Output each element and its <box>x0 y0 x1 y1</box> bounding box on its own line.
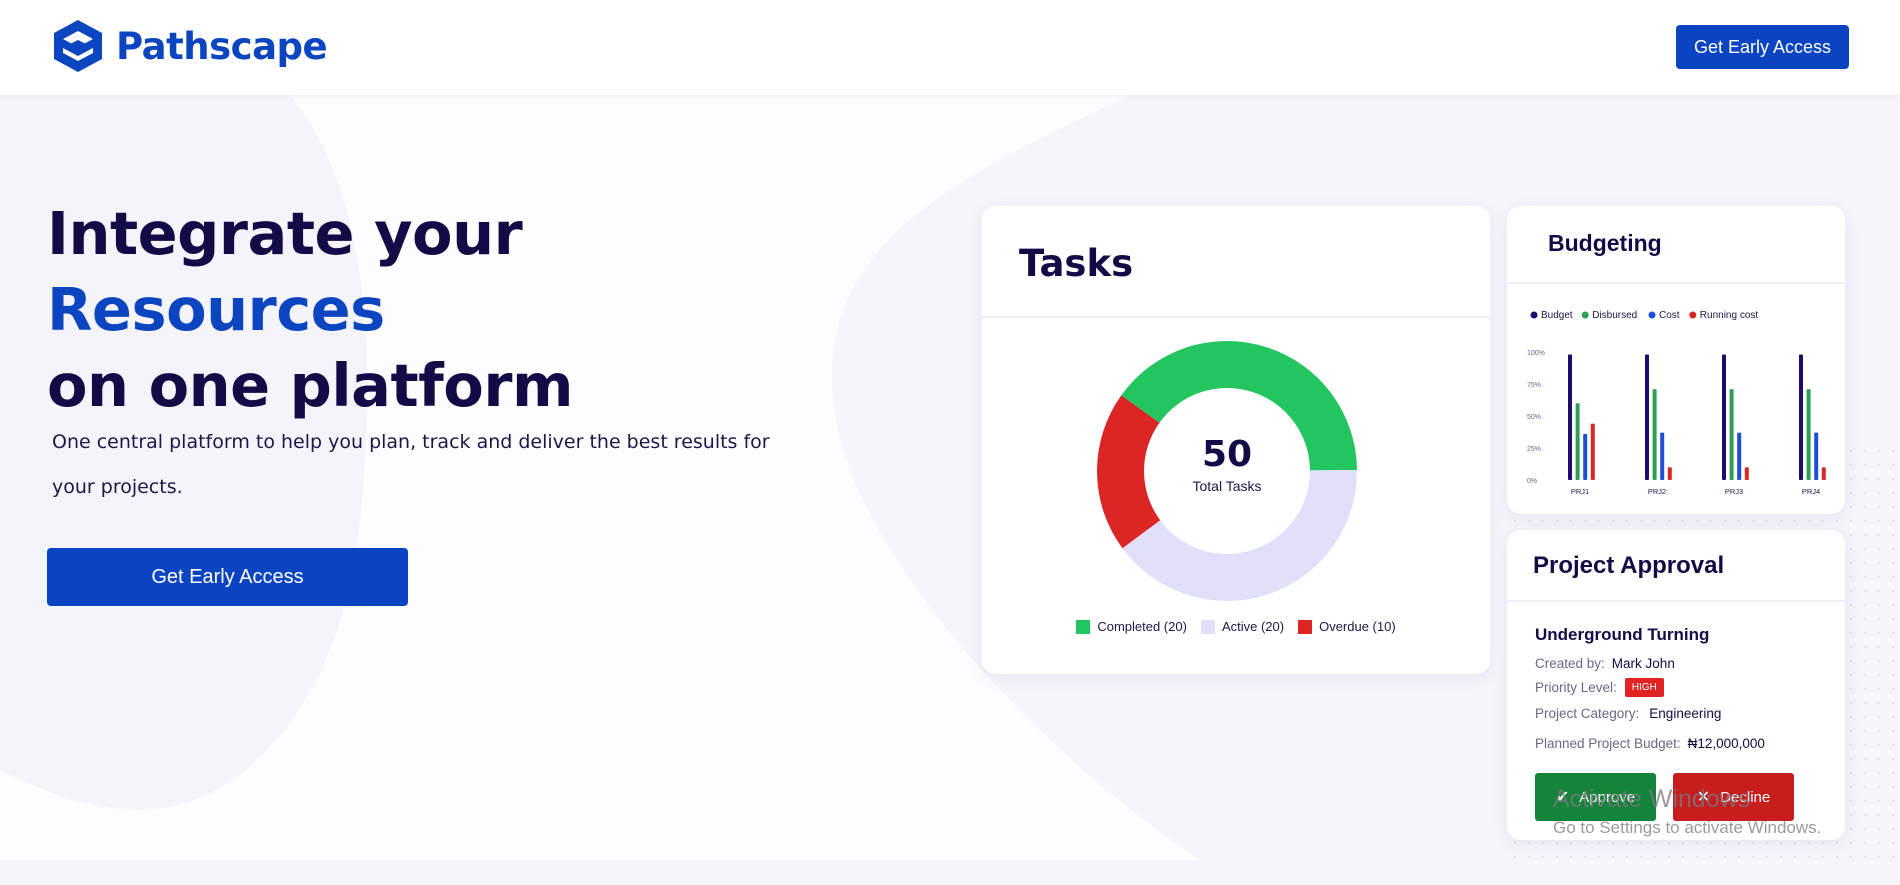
decline-label: Decline <box>1720 788 1771 806</box>
bar-y-tick: 100% <box>1527 350 1545 357</box>
priority-label: Priority Level: <box>1535 680 1617 695</box>
budgeting-bar-chart: Budget Disbursed Cost Running cost 0% 25% 50% 7… <box>1527 310 1826 496</box>
budget-value: ₦12,000,000 <box>1687 736 1765 751</box>
bar-prj3-cost <box>1737 432 1742 480</box>
bar-legend-label: Budget <box>1541 310 1573 321</box>
bar-prj1-disbursed <box>1575 403 1580 480</box>
bar-legend-dot <box>1530 311 1538 319</box>
priority-row: Priority Level: HIGH <box>1535 678 1664 697</box>
budgeting-card: Budgeting Budget Disbursed Cost Running cos… <box>1507 206 1845 514</box>
hero-title-line3: on one platform <box>47 351 573 420</box>
bar-prj4-disbursed <box>1806 389 1811 480</box>
approval-card-header: Project Approval <box>1507 530 1845 602</box>
bar-legend-item: Running cost <box>1689 310 1758 321</box>
bar-x-tick: PRJ1 <box>1571 487 1589 496</box>
created-by-row: Created by: Mark John <box>1535 656 1675 671</box>
legend-label-active: Active (20) <box>1221 619 1285 634</box>
bar-legend-dot <box>1648 311 1656 319</box>
decline-button[interactable]: ✕ Decline <box>1673 773 1794 821</box>
hero-title-line1: Integrate your <box>47 199 523 268</box>
bar-y-tick: 0% <box>1527 478 1537 485</box>
legend-overdue: Overdue (10) <box>1298 619 1396 634</box>
bar-legend-dot <box>1581 311 1589 319</box>
donut-center-value: 50 <box>1202 434 1252 475</box>
legend-label-completed: Completed (20) <box>1097 619 1187 634</box>
tasks-title: Tasks <box>1019 242 1134 285</box>
bar-prj1-cost <box>1583 433 1588 480</box>
bar-prj3-running-cost <box>1744 467 1749 480</box>
bar-prj2-cost <box>1660 432 1665 480</box>
hero-subtitle: One central platform to help you plan, t… <box>52 431 770 498</box>
top-navbar: Pathscape Get Early Access <box>0 0 1900 95</box>
check-icon: ✔ <box>1555 789 1570 806</box>
bar-legend-item: Disbursed <box>1581 310 1637 321</box>
approve-button[interactable]: ✔ Approve <box>1535 773 1656 821</box>
bar-legend-dot <box>1689 311 1697 319</box>
legend-completed: Completed (20) <box>1076 619 1187 634</box>
close-icon: ✕ <box>1696 789 1711 806</box>
tasks-donut-chart: 50 Total Tasks <box>1097 341 1357 601</box>
bar-prj4-budget <box>1799 354 1803 480</box>
bar-prj4-running-cost <box>1821 467 1826 480</box>
bar-prj2-running-cost <box>1667 467 1672 480</box>
bar-prj3-disbursed <box>1729 389 1734 480</box>
project-approval-card: Project Approval Underground Turning Cre… <box>1507 530 1845 840</box>
project-name: Underground Turning <box>1535 625 1710 644</box>
category-label: Project Category: <box>1535 706 1640 721</box>
bar-legend-label: Running cost <box>1700 310 1759 321</box>
bar-legend-label: Cost <box>1659 310 1680 321</box>
legend-swatch-overdue <box>1298 619 1313 634</box>
bar-prj1-budget <box>1568 354 1572 480</box>
hero-title: Integrate your Resources on one platform <box>47 196 573 424</box>
budgeting-title: Budgeting <box>1548 230 1662 256</box>
hero-title-line2: Resources <box>47 275 385 344</box>
legend-active: Active (20) <box>1200 619 1285 634</box>
created-by-label: Created by: <box>1535 656 1605 671</box>
bar-prj1-running-cost <box>1590 423 1595 480</box>
bar-x-tick: PRJ4 <box>1802 487 1820 496</box>
bar-y-tick: 50% <box>1527 414 1541 421</box>
priority-badge: HIGH <box>1624 678 1664 697</box>
hero-get-early-access-button[interactable]: Get Early Access <box>47 548 408 606</box>
bottom-band <box>0 860 1900 885</box>
brand-logo[interactable]: Pathscape <box>50 18 328 74</box>
bar-prj2-budget <box>1645 354 1649 480</box>
bar-y-tick: 25% <box>1527 446 1541 453</box>
bar-x-tick: PRJ2 <box>1648 487 1666 496</box>
bar-prj4-cost <box>1814 432 1819 480</box>
donut-center-label: Total Tasks <box>1193 478 1262 494</box>
bar-y-tick: 75% <box>1527 382 1541 389</box>
category-row: Project Category: Engineering <box>1535 706 1721 721</box>
tasks-card: Tasks 50 Total Tasks Completed (20) Acti… <box>982 206 1490 674</box>
tasks-legend: Completed (20) Active (20) Overdue (10) <box>982 619 1490 634</box>
approve-label: Approve <box>1579 788 1636 806</box>
tasks-card-header: Tasks <box>982 206 1490 318</box>
legend-swatch-active <box>1200 619 1215 634</box>
bar-prj3-budget <box>1722 354 1726 480</box>
created-by-value: Mark John <box>1611 656 1675 671</box>
category-value: Engineering <box>1649 706 1722 721</box>
bar-legend-item: Budget <box>1530 310 1573 321</box>
approval-title: Project Approval <box>1533 552 1725 579</box>
bar-legend-label: Disbursed <box>1592 310 1637 321</box>
bar-prj2-disbursed <box>1652 389 1657 480</box>
donut-slice-overdue <box>1097 395 1161 549</box>
legend-label-overdue: Overdue (10) <box>1319 619 1396 634</box>
pathscape-logo-icon <box>54 20 102 72</box>
brand-name: Pathscape <box>116 24 328 68</box>
bar-legend-item: Cost <box>1648 310 1680 321</box>
legend-swatch-completed <box>1076 619 1091 634</box>
header-get-early-access-button[interactable]: Get Early Access <box>1676 25 1849 69</box>
budgeting-card-header: Budgeting <box>1507 206 1845 284</box>
budget-label: Planned Project Budget: <box>1535 736 1681 751</box>
budget-row: Planned Project Budget: ₦12,000,000 <box>1535 736 1765 751</box>
bar-x-tick: PRJ3 <box>1725 487 1743 496</box>
